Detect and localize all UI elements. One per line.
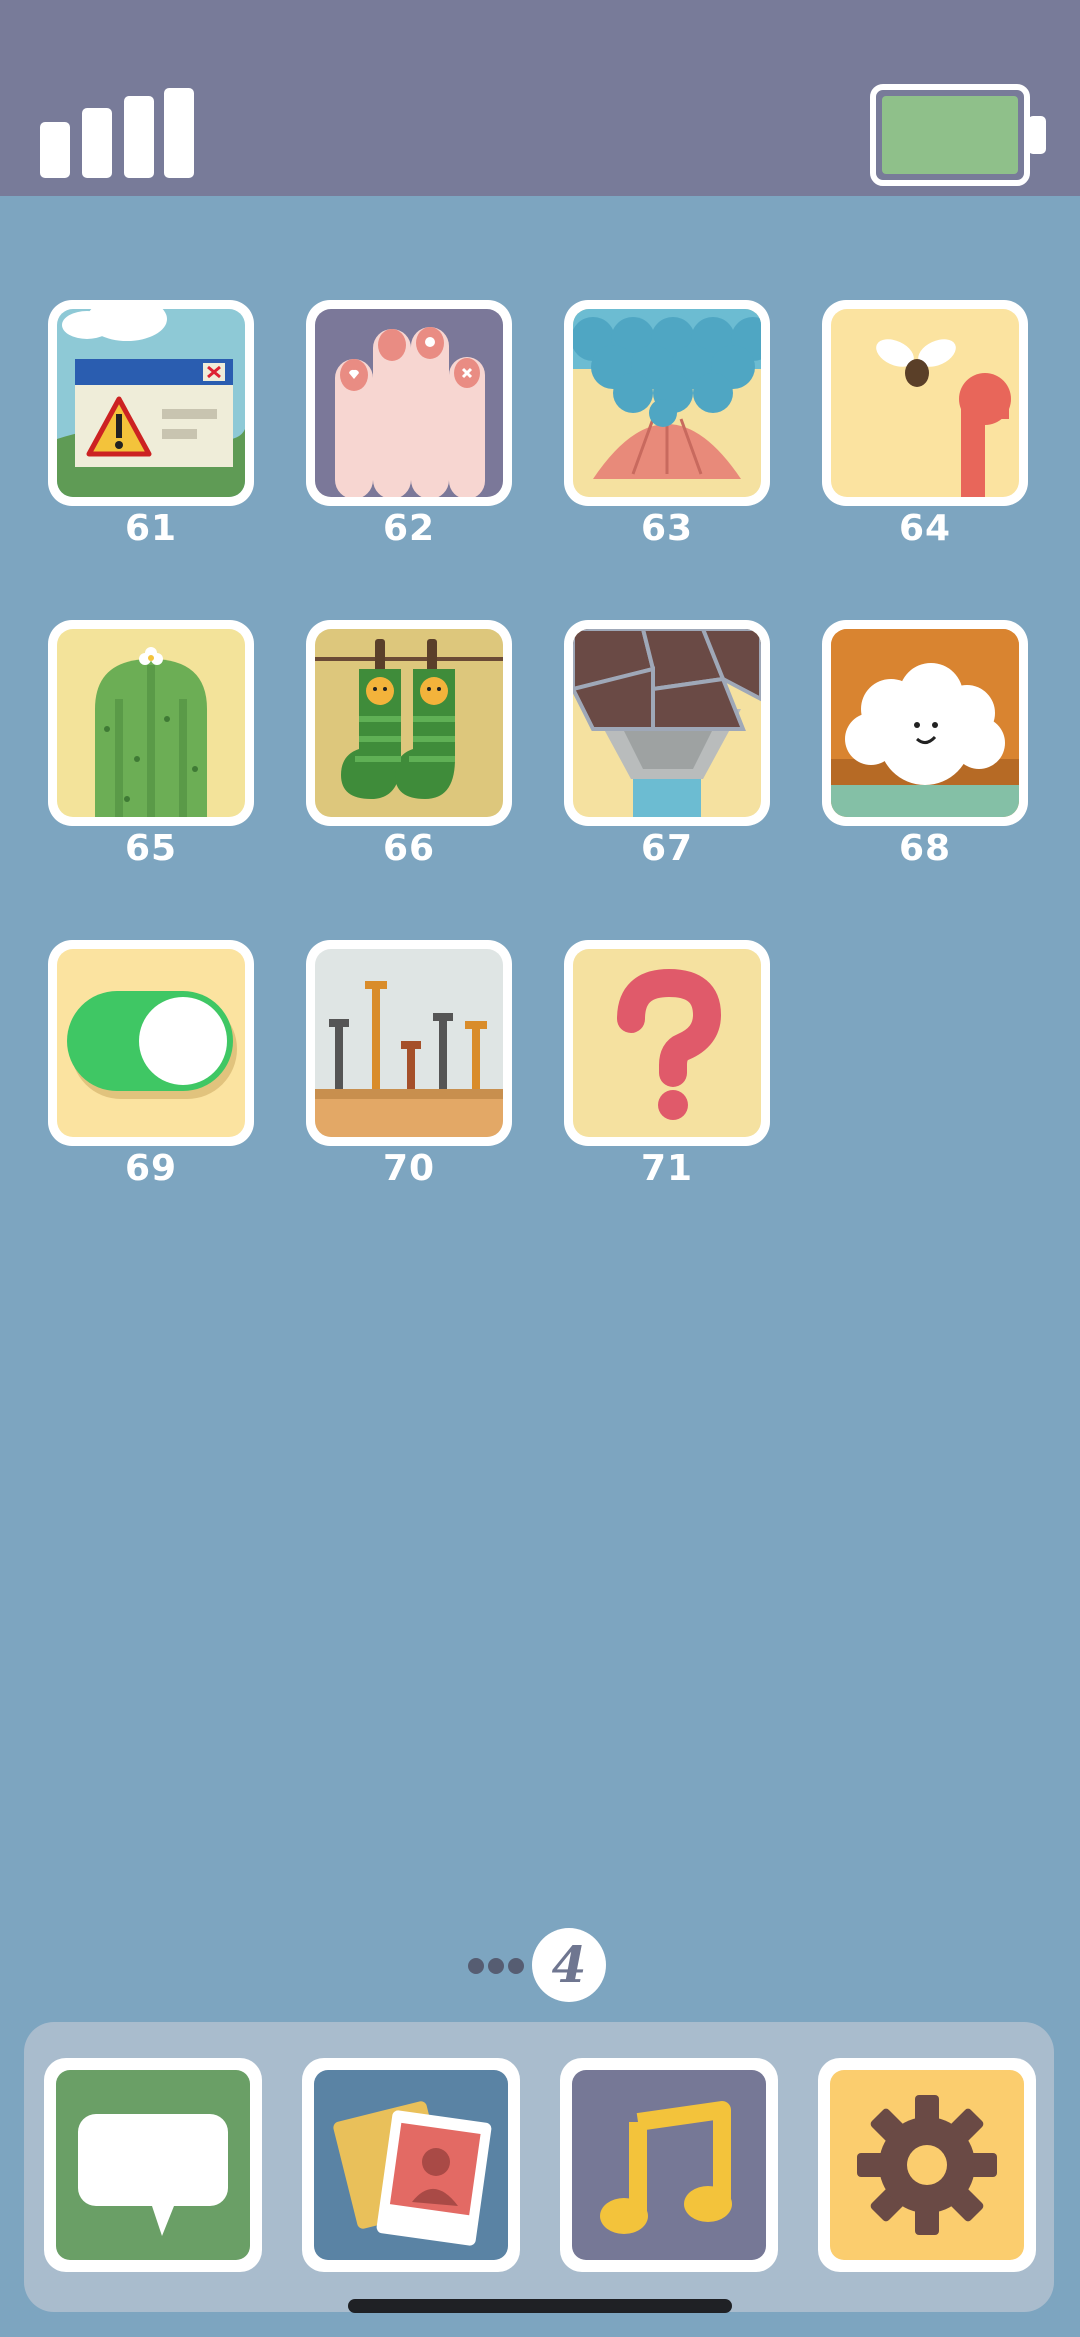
level-67-button[interactable] [564, 620, 770, 826]
level-64-button[interactable] [822, 300, 1028, 506]
fly-and-pipe-icon [831, 309, 1019, 497]
mermaid-tail-icon [573, 309, 761, 497]
level-66-button[interactable] [306, 620, 512, 826]
level-number: 66 [382, 828, 436, 869]
home-indicator[interactable] [348, 2299, 732, 2313]
music-app-button[interactable] [560, 2058, 778, 2272]
gear-icon [857, 2095, 997, 2235]
tiger-socks-icon [315, 629, 503, 817]
painted-fingers-icon [315, 309, 503, 497]
level-number: 61 [124, 508, 178, 549]
level-68-button[interactable] [822, 620, 1028, 826]
signal-bars-icon [40, 88, 194, 178]
photos-icon [333, 2101, 492, 2246]
level-number: 68 [898, 828, 952, 869]
screws-icon [315, 949, 503, 1137]
level-number: 71 [640, 1148, 694, 1189]
error-dialog-icon [57, 309, 245, 497]
fluffy-sheep-icon [831, 629, 1019, 817]
level-61-button[interactable] [48, 300, 254, 506]
level-number: 65 [124, 828, 178, 869]
chocolate-cup-icon [573, 629, 761, 817]
speech-bubble-icon [78, 2114, 228, 2236]
cactus-icon [57, 629, 245, 817]
page-dot[interactable] [488, 1958, 504, 1974]
page-indicator[interactable]: 4 [466, 1926, 616, 2006]
level-63-button[interactable] [564, 300, 770, 506]
messages-app-button[interactable] [44, 2058, 262, 2272]
page-dot[interactable] [508, 1958, 524, 1974]
level-number: 70 [382, 1148, 436, 1189]
level-69-button[interactable] [48, 940, 254, 1146]
level-number: 64 [898, 508, 952, 549]
level-65-button[interactable] [48, 620, 254, 826]
level-number: 62 [382, 508, 436, 549]
status-bar [0, 0, 1080, 196]
page-dot[interactable] [468, 1958, 484, 1974]
level-number: 67 [640, 828, 694, 869]
level-number: 63 [640, 508, 694, 549]
level-70-button[interactable] [306, 940, 512, 1146]
settings-app-button[interactable] [818, 2058, 1036, 2272]
music-note-icon [600, 2101, 732, 2234]
photos-app-button[interactable] [302, 2058, 520, 2272]
level-number: 69 [124, 1148, 178, 1189]
toggle-switch-icon [57, 949, 245, 1137]
question-mark-icon [573, 949, 761, 1137]
level-71-button[interactable] [564, 940, 770, 1146]
battery-icon [870, 84, 1046, 186]
level-62-button[interactable] [306, 300, 512, 506]
current-page-number: 4 [532, 1928, 606, 2002]
